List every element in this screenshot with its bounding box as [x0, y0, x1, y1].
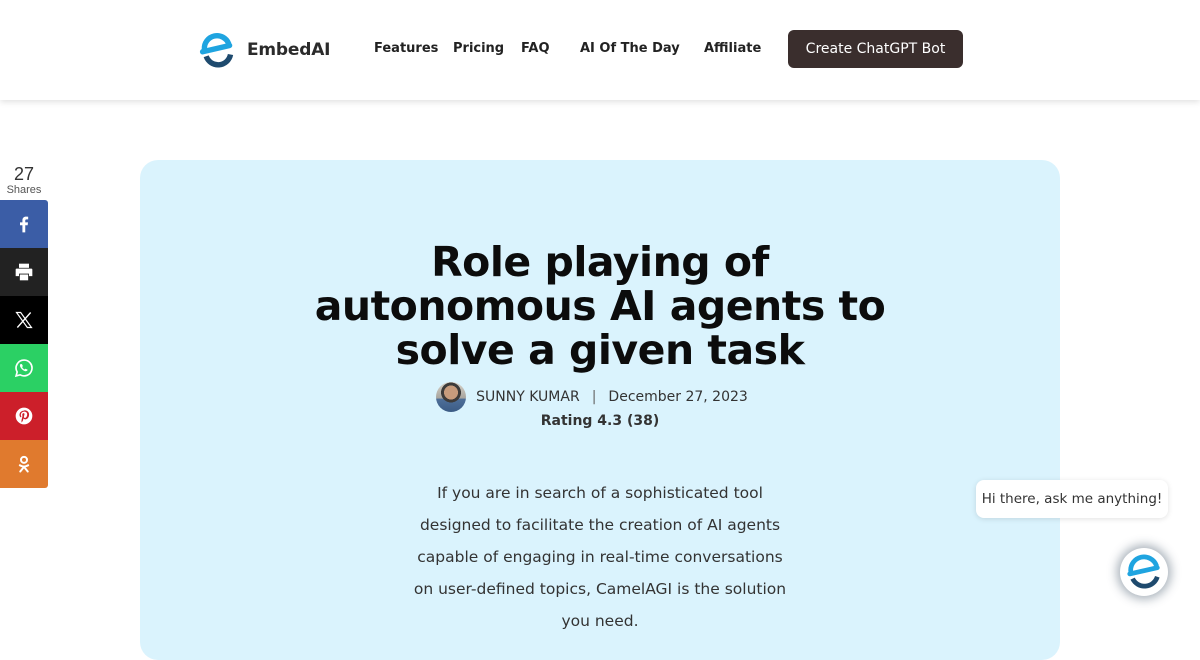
brand-logo[interactable]: EmbedAI — [199, 32, 330, 68]
embedai-chat-icon — [1127, 554, 1160, 589]
article-intro: If you are in search of a sophisticated … — [413, 484, 787, 630]
brand-name: EmbedAI — [247, 40, 331, 60]
whatsapp-icon — [14, 359, 33, 378]
share-odnoklassniki-button[interactable] — [0, 440, 48, 488]
chat-greeting-bubble[interactable]: Hi there, ask me anything! — [976, 480, 1168, 518]
chat-launcher-button[interactable] — [1120, 548, 1168, 596]
article-rating: Rating 4.3 (38) — [540, 413, 660, 429]
meta-separator: | — [591, 389, 597, 405]
publish-date: December 27, 2023 — [608, 389, 748, 405]
nav-faq[interactable]: FAQ — [521, 41, 550, 56]
share-count-label: Shares — [6, 184, 42, 196]
share-count: 27 Shares — [0, 164, 48, 196]
share-x-button[interactable] — [0, 296, 48, 344]
share-print-button[interactable] — [0, 248, 48, 296]
site-header: EmbedAI Features Pricing FAQ AI Of The D… — [0, 0, 1200, 100]
share-facebook-button[interactable] — [0, 200, 48, 248]
embedai-logo-icon — [199, 33, 234, 68]
create-chatgpt-bot-button[interactable]: Create ChatGPT Bot — [788, 30, 963, 68]
author-name[interactable]: SUNNY KUMAR — [476, 389, 580, 405]
nav-affiliate[interactable]: Affiliate — [704, 41, 761, 56]
nav-features[interactable]: Features — [374, 41, 438, 56]
article-meta: SUNNY KUMAR | December 27, 2023 — [0, 382, 1200, 412]
odnoklassniki-icon — [18, 455, 30, 473]
printer-icon — [15, 263, 33, 281]
article-title: Role playing of autonomous AI agents to … — [314, 238, 886, 374]
nav-ai-of-the-day[interactable]: AI Of The Day — [580, 41, 680, 56]
author-avatar — [436, 382, 467, 412]
facebook-icon — [20, 216, 29, 233]
x-icon — [15, 311, 33, 329]
nav-pricing[interactable]: Pricing — [453, 41, 504, 56]
share-count-number: 27 — [13, 164, 35, 184]
